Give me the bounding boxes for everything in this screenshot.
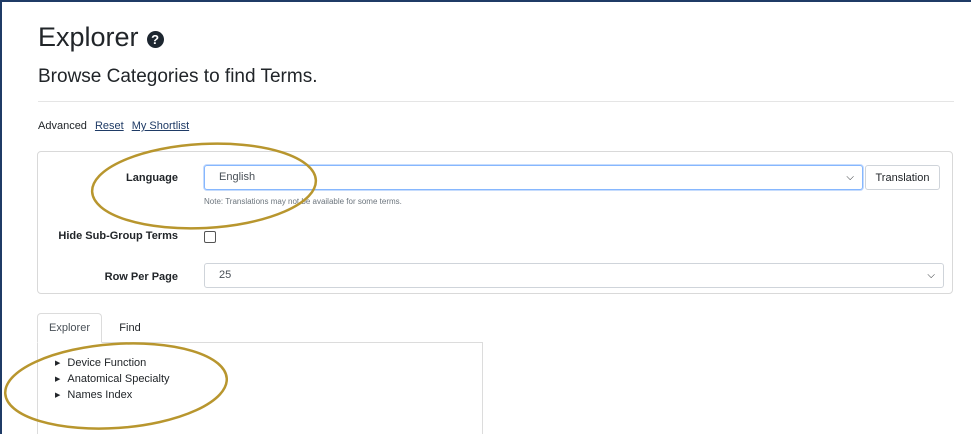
page-title-text: Explorer — [38, 22, 139, 52]
filter-panel: Language English ⌵ Translation Note: Tra… — [37, 151, 953, 294]
chevron-down-icon: ⌵ — [846, 172, 854, 183]
rows-per-page-select[interactable]: 25 ⌵ — [204, 263, 944, 288]
tab-explorer[interactable]: Explorer — [37, 313, 102, 343]
page-title: Explorer ? — [38, 22, 164, 53]
my-shortlist-link[interactable]: My Shortlist — [132, 120, 189, 132]
rows-per-page-label: Row Per Page — [104, 271, 178, 283]
question-circle-icon[interactable]: ? — [146, 31, 164, 48]
page-subtitle: Browse Categories to find Terms. — [38, 66, 318, 87]
tree-item-label: Names Index — [67, 389, 133, 401]
tree-item-anatomical-specialty[interactable]: ▶ Anatomical Specialty — [55, 373, 170, 385]
chevron-down-icon: ⌵ — [927, 270, 935, 281]
tree-item-names-index[interactable]: ▶ Names Index — [55, 389, 132, 401]
hide-subgroup-checkbox[interactable] — [204, 231, 216, 243]
divider — [38, 101, 954, 102]
tree-item-label: Anatomical Specialty — [67, 373, 170, 385]
language-select-value: English — [219, 171, 256, 183]
advanced-label[interactable]: Advanced — [38, 120, 87, 132]
tree-item-label: Device Function — [67, 357, 147, 369]
reset-link[interactable]: Reset — [95, 120, 124, 132]
toolbar-links: Advanced Reset My Shortlist — [38, 120, 189, 132]
language-label: Language — [126, 172, 178, 184]
hide-subgroup-label: Hide Sub-Group Terms — [58, 230, 178, 242]
tab-find[interactable]: Find — [105, 313, 155, 343]
translation-button[interactable]: Translation — [865, 165, 940, 190]
caret-right-icon[interactable]: ▶ — [55, 359, 60, 367]
rows-per-page-value: 25 — [219, 269, 232, 281]
language-select[interactable]: English ⌵ — [204, 165, 863, 190]
window-frame-top — [0, 0, 971, 2]
window-frame-left — [0, 0, 2, 434]
explorer-tree-panel — [37, 342, 483, 434]
tree-item-device-function[interactable]: ▶ Device Function — [55, 357, 146, 369]
translation-note: Note: Translations may not be available … — [204, 197, 402, 206]
caret-right-icon[interactable]: ▶ — [55, 391, 60, 399]
caret-right-icon[interactable]: ▶ — [55, 375, 60, 383]
